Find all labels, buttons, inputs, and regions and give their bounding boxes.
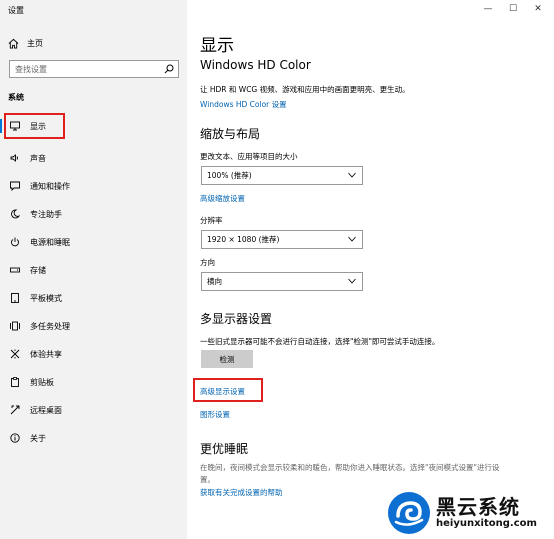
orientation-value: 横向	[207, 277, 222, 286]
sidebar-item-multitasking[interactable]: 多任务处理	[0, 315, 187, 337]
resolution-select[interactable]: 1920 × 1080 (推荐)	[201, 230, 363, 249]
hdr-settings-link[interactable]: Windows HD Color 设置	[200, 99, 287, 110]
detect-button[interactable]: 检测	[201, 350, 253, 368]
sidebar-item-tablet-mode[interactable]: 平板模式	[0, 287, 187, 309]
watermark-title: 黑云系统	[436, 495, 520, 519]
maximize-icon[interactable]: ☐	[507, 3, 519, 15]
power-icon	[11, 237, 19, 247]
search-input[interactable]: 查找设置	[9, 60, 179, 78]
sidebar-item-label: 体验共享	[30, 349, 62, 359]
text-size-value: 100% (推荐)	[207, 171, 252, 180]
sleep-help-link[interactable]: 获取有关完成设置的帮助	[200, 487, 283, 498]
sidebar-item-label: 多任务处理	[30, 321, 70, 331]
watermark-url: heiyunxitong.com	[436, 518, 537, 529]
message-icon	[10, 181, 20, 191]
sidebar-item-label: 平板模式	[30, 293, 62, 303]
sidebar-home[interactable]: 主页	[8, 36, 43, 50]
chevron-down-icon	[348, 278, 356, 284]
window-title: 设置	[8, 6, 24, 15]
multi-display-description: 一些旧式显示器可能不会进行自动连接，选择"检测"即可尝试手动连接。	[200, 337, 440, 346]
hdr-description: 让 HDR 和 WCG 视频、游戏和应用中的画面更明亮、更生动。	[200, 85, 410, 94]
multi-display-heading: 多显示器设置	[200, 312, 273, 326]
sidebar-item-label: 存储	[30, 265, 46, 275]
graphics-settings-link[interactable]: 图形设置	[200, 409, 230, 420]
sidebar-item-label: 通知和操作	[30, 181, 70, 191]
sidebar-item-label: 剪贴板	[30, 377, 54, 387]
sidebar-item-sound[interactable]: 声音	[0, 147, 187, 169]
orientation-label: 方向	[200, 258, 215, 267]
section-label-system: 系统	[8, 93, 24, 102]
main-content: — ☐ ✕ 显示 Windows HD Color 让 HDR 和 WCG 视频…	[187, 0, 554, 539]
text-size-select[interactable]: 100% (推荐)	[201, 166, 363, 185]
sidebar-item-remote-desktop[interactable]: 远程桌面	[0, 399, 187, 421]
search-placeholder: 查找设置	[15, 64, 47, 74]
resolution-label: 分辨率	[200, 216, 223, 225]
share-icon	[10, 349, 20, 359]
sidebar-item-label: 专注助手	[30, 209, 62, 219]
search-icon[interactable]	[164, 64, 174, 74]
storage-icon	[10, 267, 20, 273]
sleep-heading: 更优睡眠	[200, 442, 249, 456]
home-icon	[8, 38, 19, 49]
annotation-highlight-display	[4, 113, 65, 139]
speaker-icon	[10, 154, 18, 162]
orientation-select[interactable]: 横向	[201, 272, 363, 291]
sidebar-item-about[interactable]: 关于	[0, 427, 187, 449]
multitask-icon	[10, 321, 20, 331]
sidebar-item-label: 远程桌面	[30, 405, 62, 415]
sidebar-item-label: 电源和睡眠	[30, 237, 70, 247]
sidebar-item-power[interactable]: 电源和睡眠	[0, 231, 187, 253]
watermark-logo-icon	[388, 492, 430, 534]
page-title: 显示	[200, 36, 234, 56]
sleep-description-line2: 置。	[200, 475, 215, 484]
resolution-value: 1920 × 1080 (推荐)	[207, 235, 280, 244]
close-icon[interactable]: ✕	[532, 3, 544, 15]
hdr-heading: Windows HD Color	[200, 58, 311, 72]
info-icon	[10, 433, 20, 443]
clipboard-icon	[11, 377, 19, 387]
advanced-scaling-link[interactable]: 高级缩放设置	[200, 193, 245, 204]
tablet-icon	[11, 293, 19, 303]
minimize-icon[interactable]: —	[482, 3, 494, 15]
annotation-highlight-advanced-display	[193, 378, 263, 402]
remote-icon	[10, 405, 20, 415]
sidebar-item-notifications[interactable]: 通知和操作	[0, 175, 187, 197]
sidebar-item-focus-assist[interactable]: 专注助手	[0, 203, 187, 225]
sleep-description-line1: 在晚间，夜间模式会显示较柔和的暖色，帮助你进入睡眠状态。选择"夜间模式设置"进行…	[200, 463, 500, 472]
scale-heading: 缩放与布局	[200, 127, 261, 141]
sidebar-item-storage[interactable]: 存储	[0, 259, 187, 281]
text-size-label: 更改文本、应用等项目的大小	[200, 152, 298, 161]
sidebar: 设置 主页 查找设置 系统 显示 声音 通知和操作 专注助手 电源和睡眠 存储 …	[0, 0, 187, 539]
watermark: 黑云系统 heiyunxitong.com	[388, 489, 548, 534]
chevron-down-icon	[348, 172, 356, 178]
moon-icon	[11, 209, 20, 219]
sidebar-item-shared-experiences[interactable]: 体验共享	[0, 343, 187, 365]
sidebar-item-label: 关于	[30, 433, 46, 443]
sidebar-item-clipboard[interactable]: 剪贴板	[0, 371, 187, 393]
sidebar-item-label: 声音	[30, 153, 46, 163]
chevron-down-icon	[348, 236, 356, 242]
sidebar-home-label: 主页	[27, 38, 43, 48]
